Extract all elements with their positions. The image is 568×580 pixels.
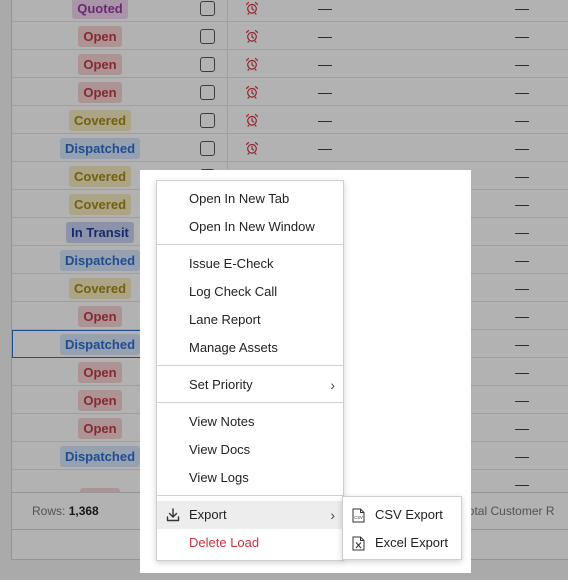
menu-item-label: Set Priority	[189, 377, 253, 392]
menu-item-export[interactable]: Export ›	[157, 501, 343, 529]
menu-item-label: Lane Report	[189, 312, 261, 327]
excel-file-icon	[352, 536, 365, 551]
menu-item-label: Open In New Window	[189, 219, 315, 234]
menu-item-label: Export	[189, 507, 227, 522]
menu-item-label: Log Check Call	[189, 284, 278, 299]
menu-item-label: Open In New Tab	[189, 191, 290, 206]
menu-item-view-docs[interactable]: View Docs	[157, 436, 343, 464]
submenu-item-csv-export[interactable]: CSV CSV Export	[343, 501, 461, 529]
menu-item-log-check-call[interactable]: Log Check Call	[157, 278, 343, 306]
menu-divider	[157, 365, 343, 366]
csv-file-icon: CSV	[352, 508, 365, 523]
menu-item-issue-echeck[interactable]: Issue E-Check	[157, 250, 343, 278]
menu-item-label: Issue E-Check	[189, 256, 274, 271]
menu-item-label: Manage Assets	[189, 340, 278, 355]
menu-item-view-notes[interactable]: View Notes	[157, 408, 343, 436]
menu-item-label: View Notes	[189, 414, 255, 429]
menu-divider	[157, 244, 343, 245]
menu-item-label: View Logs	[189, 470, 249, 485]
chevron-right-icon: ›	[330, 377, 335, 393]
menu-item-label: Delete Load	[189, 535, 260, 550]
menu-item-manage-assets[interactable]: Manage Assets	[157, 334, 343, 362]
chevron-right-icon: ›	[330, 507, 335, 523]
menu-item-view-logs[interactable]: View Logs	[157, 464, 343, 492]
menu-item-open-new-tab[interactable]: Open In New Tab	[157, 185, 343, 213]
submenu-item-excel-export[interactable]: Excel Export	[343, 529, 461, 557]
menu-divider	[157, 402, 343, 403]
menu-item-label: View Docs	[189, 442, 251, 457]
submenu-item-label: Excel Export	[375, 535, 448, 550]
download-icon	[166, 508, 180, 522]
menu-item-delete-load[interactable]: Delete Load	[157, 529, 343, 557]
submenu-item-label: CSV Export	[375, 507, 443, 522]
menu-divider	[157, 495, 343, 496]
context-menu: Open In New Tab Open In New Window Issue…	[156, 180, 344, 561]
svg-text:CSV: CSV	[354, 515, 363, 520]
menu-item-set-priority[interactable]: Set Priority ›	[157, 371, 343, 399]
menu-item-lane-report[interactable]: Lane Report	[157, 306, 343, 334]
export-submenu: CSV CSV Export Excel Export	[342, 496, 462, 560]
menu-item-open-new-window[interactable]: Open In New Window	[157, 213, 343, 241]
